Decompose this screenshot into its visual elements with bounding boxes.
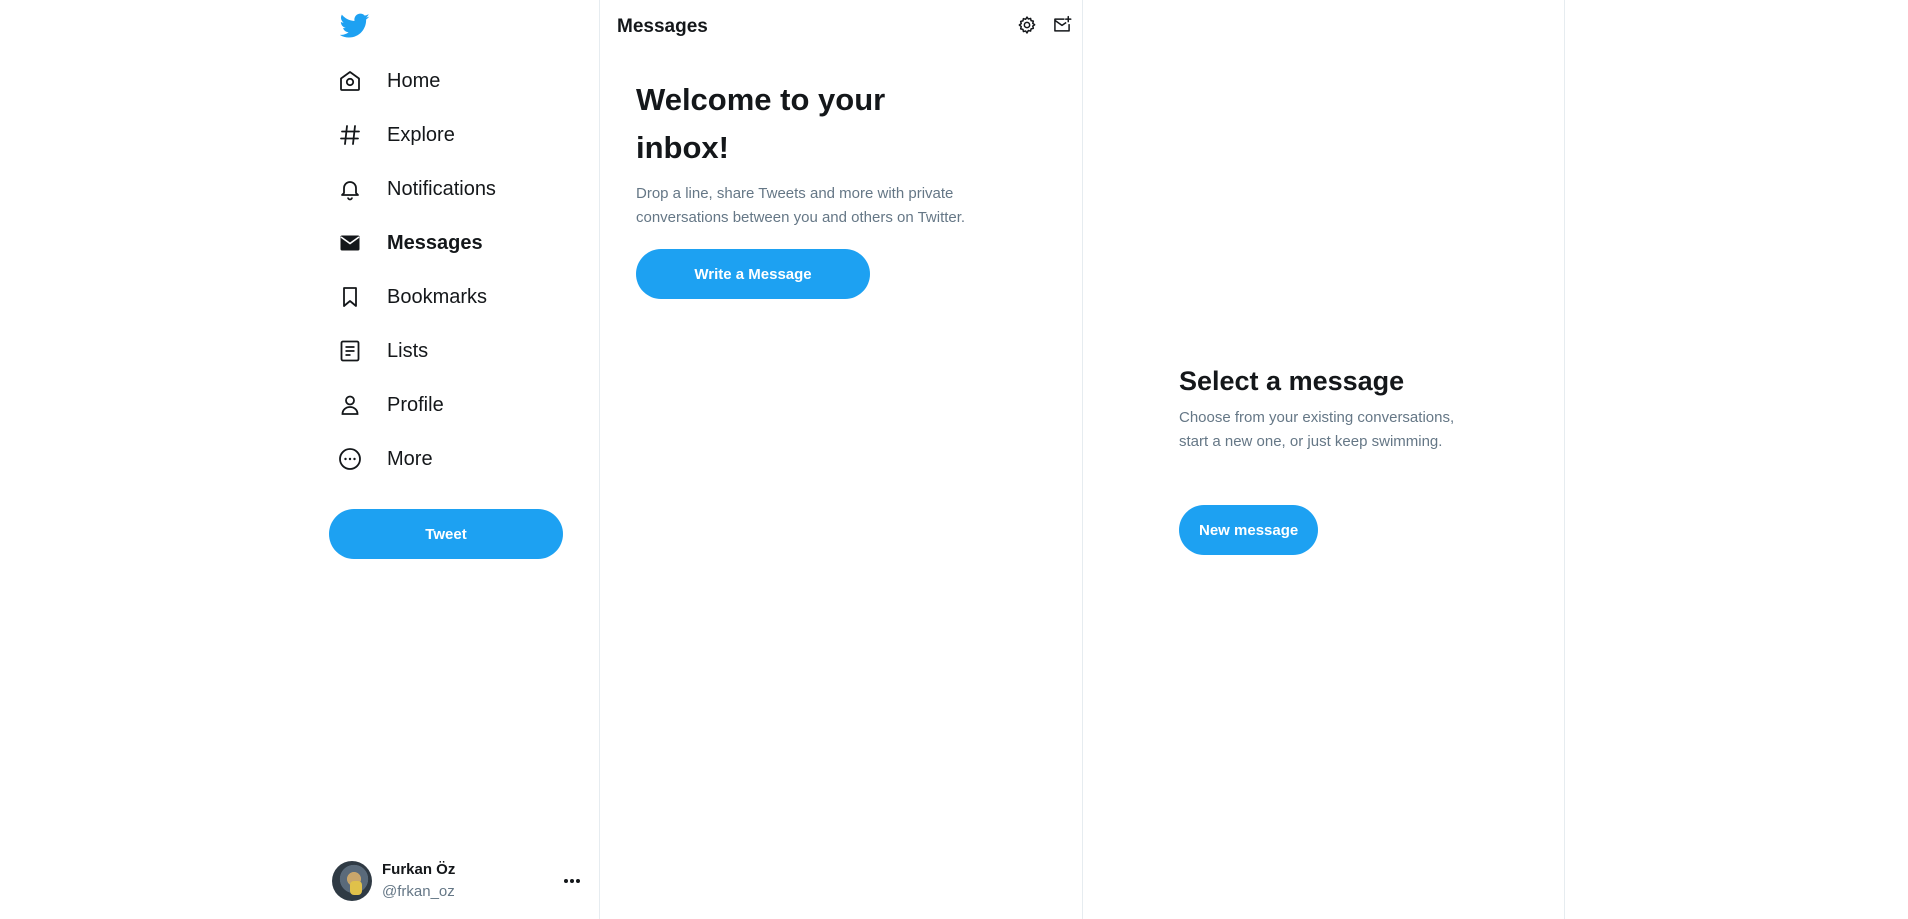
bookmark-icon bbox=[337, 284, 363, 310]
sidebar-item-more[interactable]: More bbox=[320, 432, 600, 486]
account-handle: @frkan_oz bbox=[382, 883, 455, 900]
avatar bbox=[332, 861, 372, 901]
welcome-title: Welcome to your inbox! bbox=[636, 82, 886, 165]
sidebar: Home Explore Notifications Messages Book… bbox=[320, 0, 600, 919]
new-message-button[interactable]: New message bbox=[1179, 505, 1319, 555]
empty-state-text: Choose from your existing conversations,… bbox=[1179, 409, 1455, 450]
conversation-panel: Select a message Choose from your existi… bbox=[1083, 0, 1564, 919]
sidebar-item-label: Notifications bbox=[387, 177, 496, 200]
more-circle-icon bbox=[337, 446, 363, 472]
tweet-button[interactable]: Tweet bbox=[329, 509, 563, 559]
messages-header: Messages bbox=[600, 0, 1082, 53]
sidebar-nav: Home Explore Notifications Messages Book… bbox=[320, 54, 600, 486]
empty-state-title: Select a message bbox=[1179, 366, 1405, 396]
sidebar-item-label: Explore bbox=[387, 123, 455, 146]
sidebar-item-explore[interactable]: Explore bbox=[320, 108, 600, 162]
messages-panel: Messages Welcome to your inbox! Drop a l… bbox=[600, 0, 1082, 919]
sidebar-item-profile[interactable]: Profile bbox=[320, 378, 600, 432]
sidebar-item-label: Profile bbox=[387, 393, 444, 416]
sidebar-item-notifications[interactable]: Notifications bbox=[320, 162, 600, 216]
sidebar-item-home[interactable]: Home bbox=[320, 54, 600, 108]
home-icon bbox=[337, 68, 363, 94]
welcome-section: Welcome to your inbox! Drop a line, shar… bbox=[636, 76, 965, 230]
sidebar-item-label: Messages bbox=[387, 231, 483, 254]
more-dots-icon[interactable] bbox=[560, 871, 584, 891]
empty-state: Select a message Choose from your existi… bbox=[1179, 362, 1479, 454]
twitter-bird-icon[interactable] bbox=[334, 6, 376, 46]
account-name: Furkan Öz bbox=[382, 861, 456, 879]
sidebar-item-label: More bbox=[387, 447, 433, 470]
sidebar-item-label: Bookmarks bbox=[387, 285, 488, 308]
welcome-text: Drop a line, share Tweets and more with … bbox=[636, 185, 966, 226]
envelope-icon bbox=[337, 230, 363, 256]
divider bbox=[1564, 0, 1565, 919]
account-switcher[interactable]: Furkan Öz @frkan_oz bbox=[332, 853, 592, 909]
new-message-icon[interactable] bbox=[1050, 13, 1074, 37]
sidebar-item-lists[interactable]: Lists bbox=[320, 324, 600, 378]
write-message-button[interactable]: Write a Message bbox=[636, 249, 870, 299]
account-info: Furkan Öz @frkan_oz bbox=[382, 859, 455, 903]
bell-icon bbox=[337, 176, 363, 202]
gear-icon[interactable] bbox=[1015, 13, 1039, 37]
page-title: Messages bbox=[617, 16, 708, 37]
sidebar-item-label: Home bbox=[387, 69, 441, 92]
list-icon bbox=[337, 338, 363, 364]
sidebar-item-label: Lists bbox=[387, 339, 429, 362]
sidebar-item-bookmarks[interactable]: Bookmarks bbox=[320, 270, 600, 324]
hashtag-icon bbox=[337, 122, 363, 148]
sidebar-item-messages[interactable]: Messages bbox=[320, 216, 600, 270]
person-icon bbox=[337, 392, 363, 418]
